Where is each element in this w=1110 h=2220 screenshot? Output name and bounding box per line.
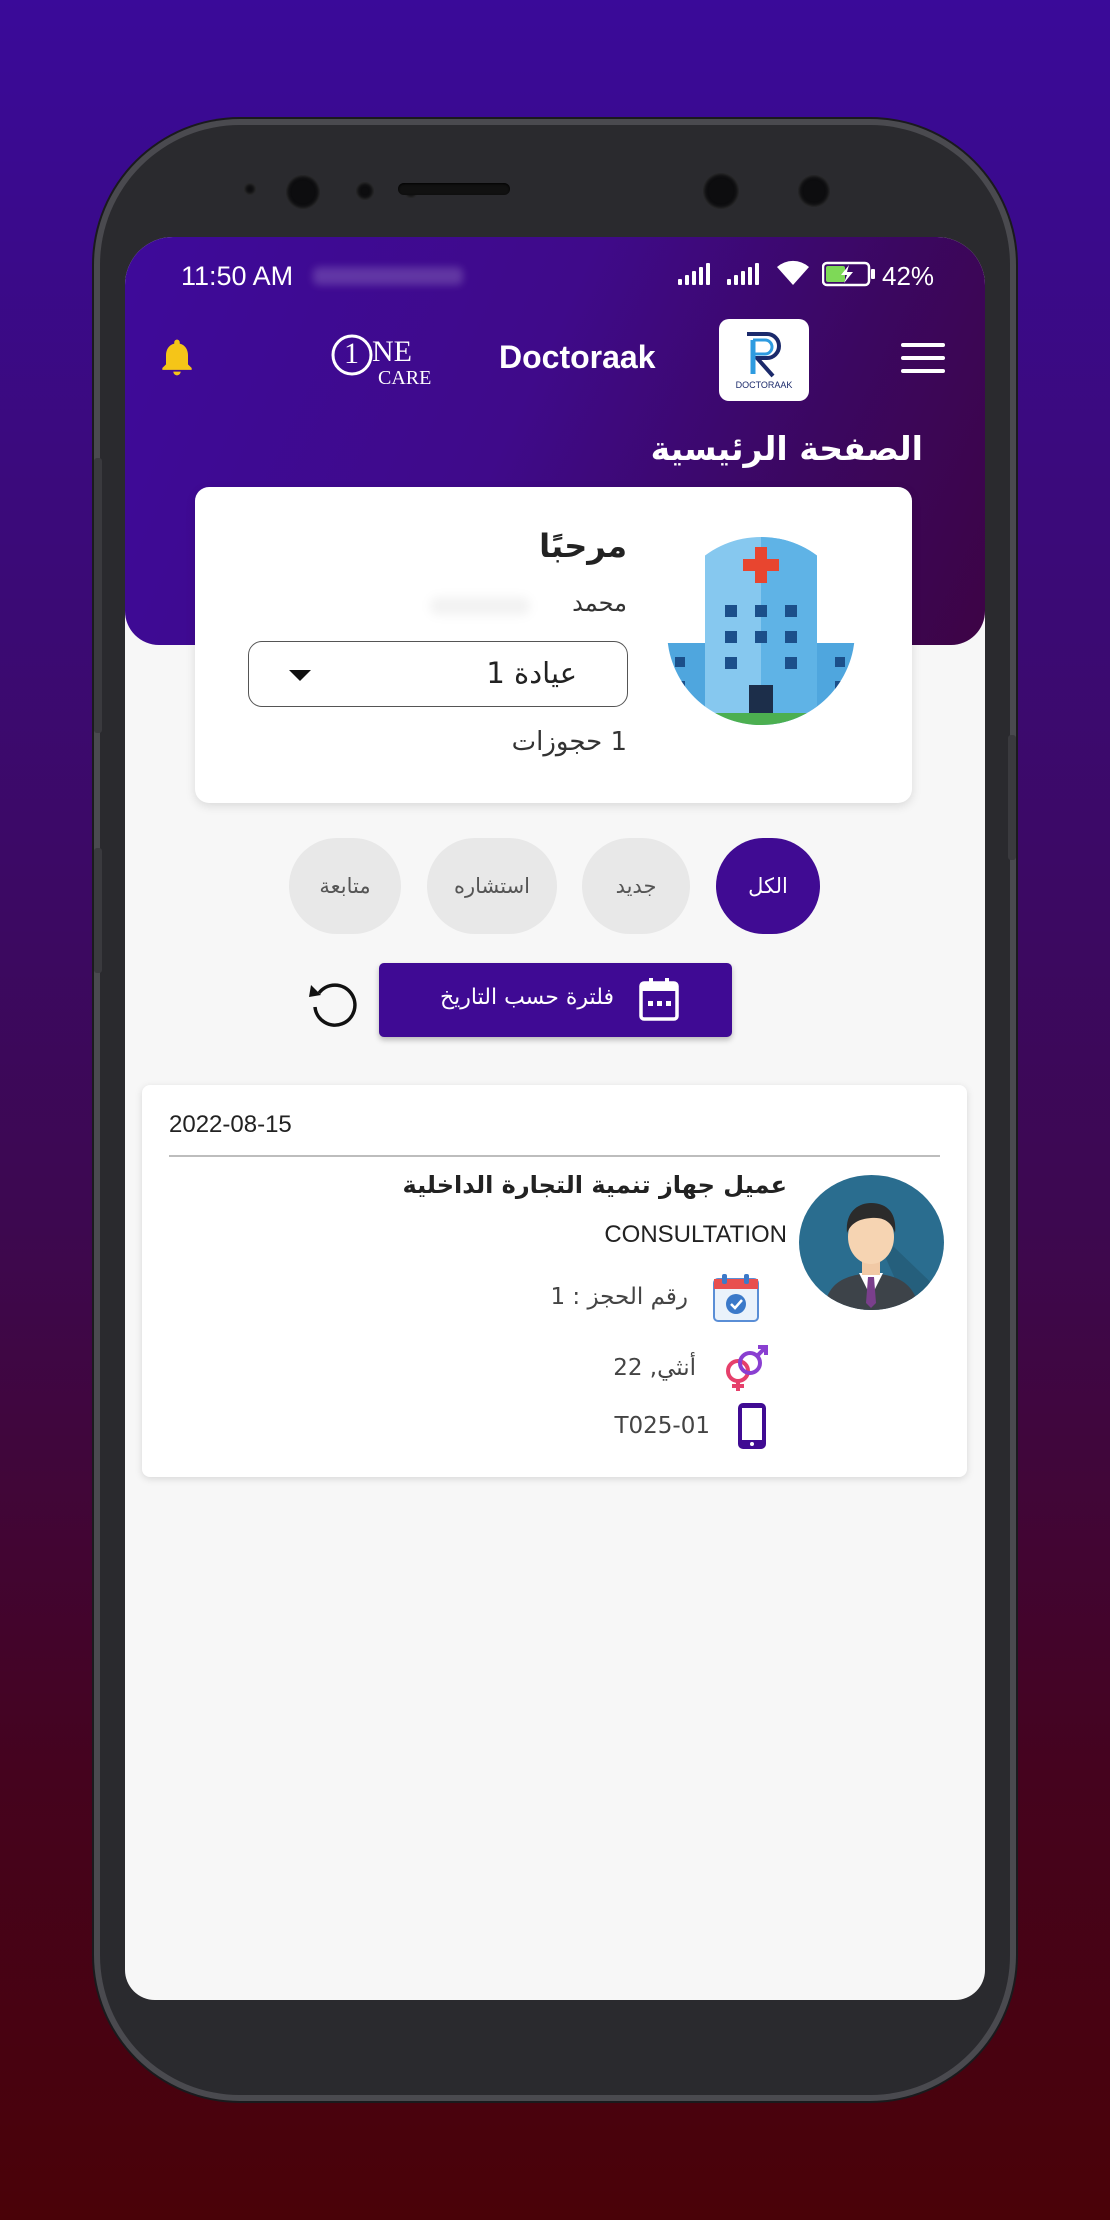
booking-date: 2022-08-15 (169, 1111, 292, 1138)
app-screen: 11:50 AM 42% 1 NE CARE Doctoraak DOCTORA… (125, 237, 985, 2000)
user-name: محمد (572, 589, 627, 617)
booking-card[interactable]: 2022-08-15 عميل جهاز تنمية التجارة الداخ… (142, 1085, 967, 1477)
doctoraak-logo-text: DOCTORAAK (735, 380, 793, 390)
welcome-card: مرحبًا محمد عيادة 1 1 حجوزات (195, 487, 912, 803)
notification-bell-icon[interactable] (155, 335, 199, 379)
onecare-logo: 1 NE CARE (330, 325, 445, 391)
clinic-dropdown-value: عيادة 1 (486, 656, 577, 690)
gender-icon (726, 1345, 768, 1391)
status-blurred-text (313, 267, 463, 285)
filter-chip-new[interactable]: جديد (582, 838, 690, 934)
earpiece (398, 183, 510, 195)
gender-age: أنثي, 22 (613, 1355, 696, 1381)
battery-charging-icon (822, 261, 875, 287)
divider (169, 1155, 940, 1157)
date-filter-button[interactable]: فلترة حسب التاريخ (379, 963, 732, 1037)
gender-age-row: أنثي, 22 (613, 1343, 772, 1393)
front-camera (286, 175, 320, 209)
filter-chip-followup[interactable]: متابعة (289, 838, 401, 934)
calendar-icon (639, 978, 679, 1021)
phone-side-button (94, 848, 102, 973)
welcome-greeting: مرحبًا (539, 527, 627, 565)
page-title: الصفحة الرئيسية (650, 429, 923, 468)
phone-row: T025-01 (614, 1401, 772, 1451)
chevron-down-icon (289, 670, 311, 681)
status-bar: 11:50 AM 42% (125, 237, 985, 297)
onecare-logo-ne: NE (372, 335, 412, 368)
filter-chip-consultation[interactable]: استشاره (427, 838, 557, 934)
phone-icon (738, 1403, 766, 1449)
phone-number: T025-01 (614, 1413, 710, 1439)
booking-number-row: رقم الحجز : 1 (550, 1271, 762, 1323)
bookings-count: 1 حجوزات (511, 727, 627, 757)
app-bar: 1 NE CARE Doctoraak DOCTORAAK (125, 307, 985, 417)
filter-chip-label: الكل (748, 874, 788, 898)
date-filter-label: فلترة حسب التاريخ (439, 985, 614, 1010)
filter-chip-label: جديد (615, 874, 657, 898)
booking-type: CONSULTATION (604, 1221, 787, 1248)
doctoraak-logo: DOCTORAAK (719, 319, 809, 401)
battery-percent: 42% (882, 261, 935, 291)
onecare-logo-care: CARE (378, 367, 432, 389)
onecare-logo-one: 1 (344, 337, 359, 370)
filter-chip-label: استشاره (453, 874, 531, 898)
sensor (356, 182, 374, 200)
front-camera (703, 173, 739, 209)
clinic-dropdown[interactable]: عيادة 1 (248, 641, 628, 707)
signal-icon (678, 261, 710, 285)
filter-chip-all[interactable]: الكل (716, 838, 820, 934)
phone-power-button (1008, 735, 1016, 860)
calendar-check-icon (713, 1274, 759, 1322)
client-name: عميل جهاز تنمية التجارة الداخلية (402, 1171, 787, 1199)
booking-number: رقم الحجز : 1 (550, 1284, 688, 1310)
app-brand-name: Doctoraak (499, 339, 656, 375)
hospital-icon (667, 537, 855, 725)
name-blurred (430, 597, 530, 615)
hamburger-menu-icon[interactable] (901, 343, 945, 377)
wifi-icon (777, 260, 809, 285)
status-time: 11:50 AM (181, 261, 294, 291)
filter-chip-label: متابعة (319, 874, 371, 898)
client-avatar (799, 1175, 944, 1310)
reset-icon[interactable] (305, 977, 361, 1031)
sensor (244, 183, 256, 195)
sensor (798, 175, 830, 207)
phone-volume-button (94, 458, 102, 733)
signal-icon (727, 261, 759, 285)
